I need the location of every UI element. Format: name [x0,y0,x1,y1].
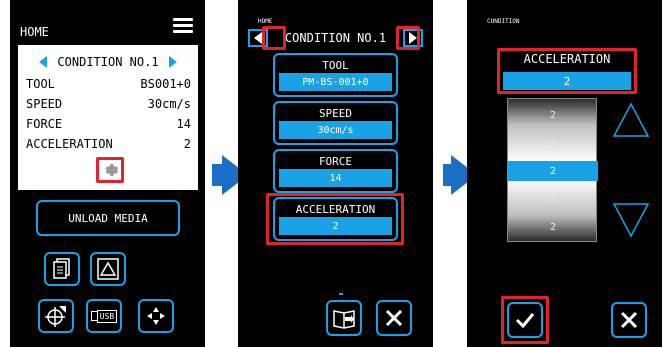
acceleration-value: 2 [183,137,191,151]
up-arrow-icon [612,102,650,137]
home-screen-panel: HOME CONDITION NO.1 TOOL BS001+0 SPEED 3… [10,0,205,347]
picker-option[interactable]: 2 [508,105,598,125]
close-icon [385,309,403,327]
triangle-icon [97,258,119,280]
force-label: FORCE [26,117,63,131]
speed-field[interactable]: SPEED 30cm/s [273,101,398,145]
highlight-box [96,157,124,183]
tool-label: TOOL [322,58,349,72]
highlight-box [501,296,549,344]
triangle-button[interactable] [90,252,126,286]
force-row: FORCE 14 [26,117,191,131]
condition-label: CONDITION NO.1 [284,31,387,45]
condition-label: CONDITION NO.1 [57,55,159,69]
usb-label: USB [96,309,118,323]
tool-field[interactable]: TOOL PM-BS-001+0 [273,53,398,97]
down-arrow-icon [612,203,650,238]
origin-icon [45,306,66,327]
speed-value: 30cm/s [279,121,392,139]
menu-icon[interactable] [173,18,193,36]
picker-option[interactable]: 1 [508,134,598,154]
speed-label: SPEED [318,106,353,120]
picker-option[interactable]: 2 [508,217,598,237]
decrease-button[interactable] [611,200,651,244]
tool-value: BS001+0 [140,77,191,91]
screen-title: HOME [258,18,273,25]
condition-card: CONDITION NO.1 TOOL BS001+0 SPEED 30cm/s… [18,45,198,190]
picker-option[interactable]: 1 [508,188,598,208]
condition-settings-panel: HOME CONDITION NO.1 TOOL PM-BS-001+0 SPE… [238,0,433,347]
move-button[interactable] [138,299,174,333]
acceleration-label: ACCELERATION [26,137,113,151]
tool-row: TOOL BS001+0 [26,77,191,91]
unload-media-label: UNLOAD MEDIA [68,211,148,225]
page-indicator [339,293,343,295]
copy-icon [53,258,70,279]
picker-option-selected[interactable]: 2 [508,161,598,181]
speed-value: 30cm/s [147,97,191,111]
tool-value: PM-BS-001+0 [279,73,392,91]
next-condition-icon[interactable] [168,56,177,68]
close-button[interactable] [376,300,412,336]
prev-condition-icon [254,32,262,44]
increase-button[interactable] [611,100,651,144]
manual-button[interactable] [326,300,362,336]
usb-icon: USB [90,309,118,323]
screen-title: CONDITION [487,18,520,25]
close-icon [620,311,638,329]
highlight-box [266,193,404,245]
screen-title: HOME [20,25,49,39]
copy-button[interactable] [44,252,80,286]
close-button[interactable] [611,302,647,338]
unload-media-button[interactable]: UNLOAD MEDIA [36,200,180,236]
prev-condition-icon[interactable] [39,56,48,68]
highlight-box [497,48,637,94]
condition-selector: CONDITION NO.1 [18,53,198,71]
origin-button[interactable] [38,299,74,333]
acceleration-edit-panel: CONDITION ACCELERATION 2 2 1 2 1 2 [467,0,662,347]
highlight-box [396,26,420,50]
highlight-box [262,26,286,50]
acceleration-row: ACCELERATION 2 [26,137,191,151]
speed-label: SPEED [26,97,63,111]
force-field[interactable]: FORCE 14 [273,149,398,193]
speed-row: SPEED 30cm/s [26,97,191,111]
move-icon [147,307,165,325]
tool-label: TOOL [26,77,55,91]
force-label: FORCE [318,154,353,168]
book-icon [333,310,355,329]
force-value: 14 [279,169,392,187]
usb-button[interactable]: USB [86,299,122,333]
force-value: 14 [176,117,191,131]
value-picker-drum[interactable]: 2 1 2 1 2 [507,98,598,242]
